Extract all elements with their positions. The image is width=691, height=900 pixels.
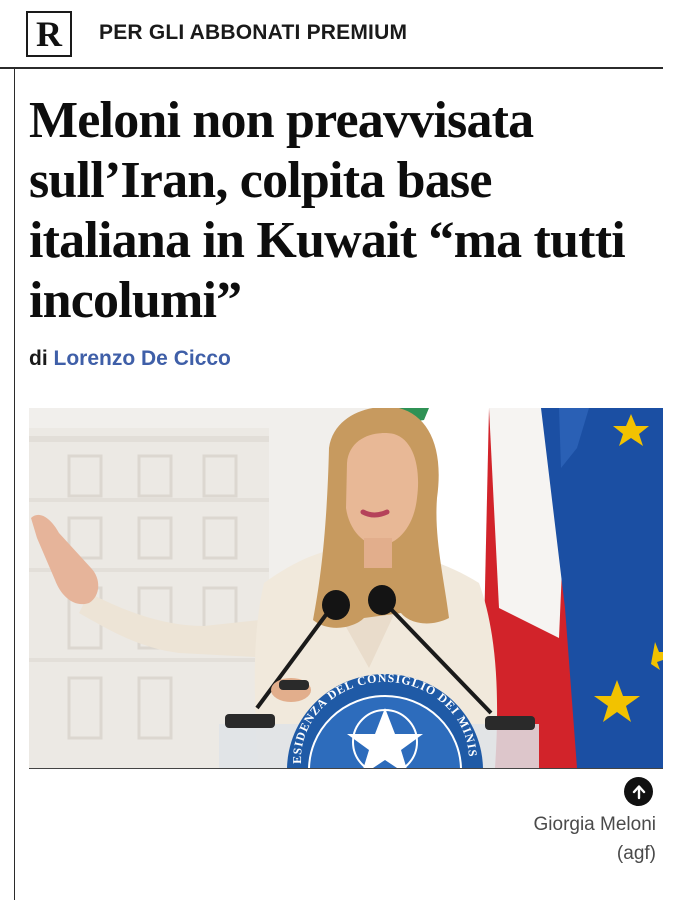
caption-text: Giorgia Meloni: [533, 814, 657, 835]
photo-caption: Giorgia Meloni (agf): [534, 810, 657, 868]
site-header: R PER GLI ABBONATI PREMIUM: [0, 0, 663, 69]
photo-divider: [29, 768, 663, 769]
photo-illustration: PRESIDENZA DEL CONSIGLIO DEI MINISTRI: [29, 408, 663, 768]
site-logo[interactable]: R: [26, 11, 72, 57]
article-headline: Meloni non preavvisata sull’Iran, colpit…: [29, 92, 626, 329]
byline-prefix: di: [29, 347, 48, 370]
author-link[interactable]: Lorenzo De Cicco: [54, 347, 231, 370]
article-photo[interactable]: PRESIDENZA DEL CONSIGLIO DEI MINISTRI: [29, 408, 663, 768]
left-margin-rule: [14, 69, 15, 900]
scroll-up-button[interactable]: [624, 777, 653, 806]
photo-credit: (agf): [616, 843, 656, 864]
logo-letter: R: [36, 14, 62, 54]
byline: di Lorenzo De Cicco: [29, 347, 231, 371]
arrow-up-icon: [632, 784, 645, 799]
premium-label: PER GLI ABBONATI PREMIUM: [99, 21, 408, 44]
